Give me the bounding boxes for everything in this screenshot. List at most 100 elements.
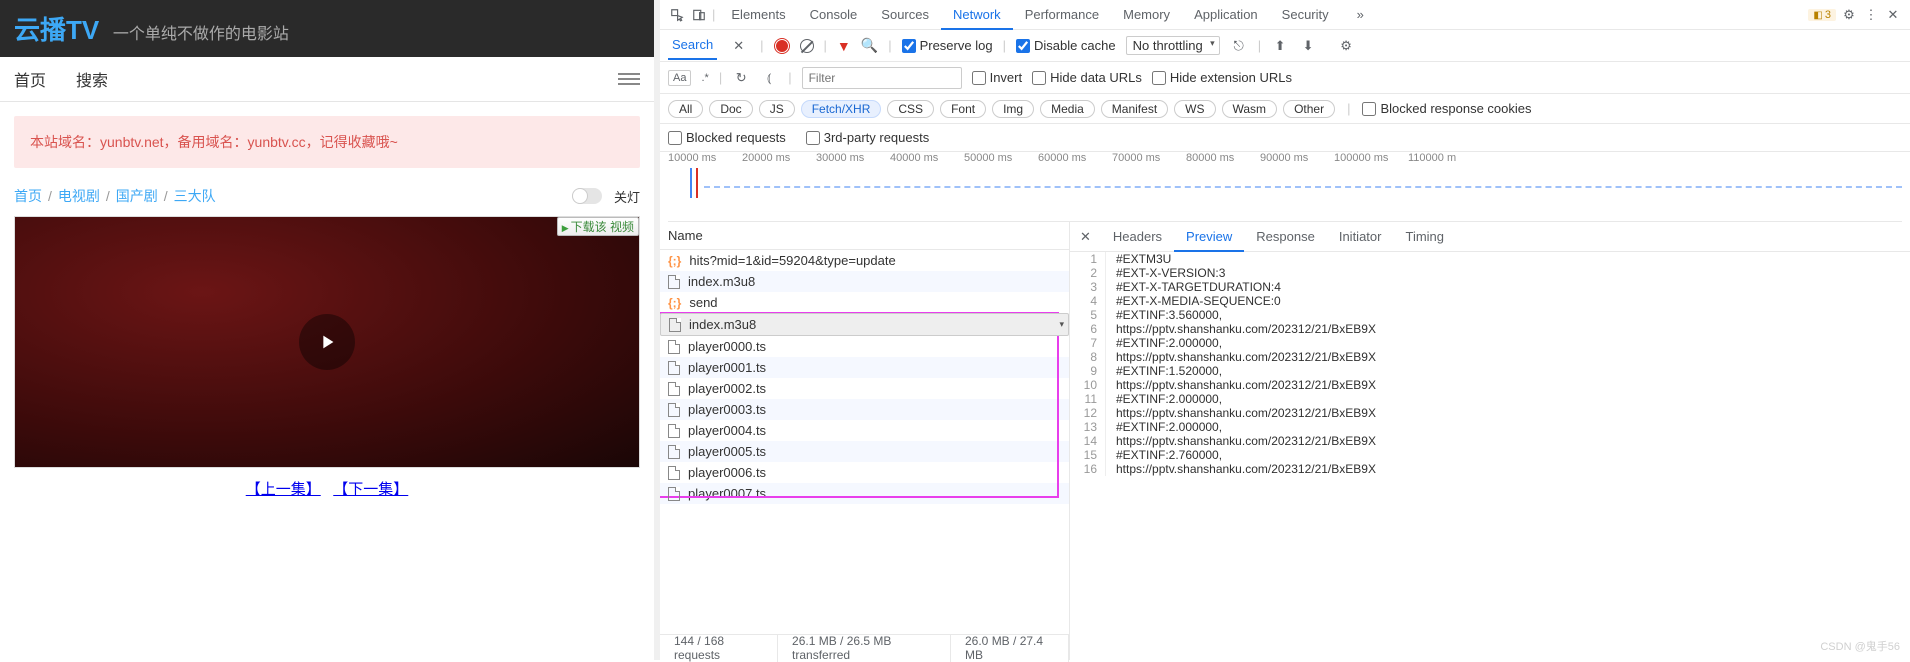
tab-memory[interactable]: Memory — [1111, 0, 1182, 30]
request-row[interactable]: index.m3u8 — [660, 313, 1069, 336]
tab-application[interactable]: Application — [1182, 0, 1270, 30]
request-row[interactable]: player0006.ts — [660, 462, 1069, 483]
clear-icon[interactable] — [800, 39, 814, 53]
request-row[interactable]: {;}hits?mid=1&id=59204&type=update — [660, 250, 1069, 271]
next-episode[interactable]: 【下一集】 — [333, 481, 408, 498]
detail-tab-response[interactable]: Response — [1244, 222, 1327, 252]
chip-font[interactable]: Font — [940, 100, 986, 118]
wifi-icon[interactable]: ⎋ — [1230, 38, 1248, 54]
chip-doc[interactable]: Doc — [709, 100, 752, 118]
reverse-icon[interactable]: ⦅ — [760, 70, 778, 86]
document-icon — [669, 318, 681, 332]
warning-badge[interactable]: 3 — [1808, 9, 1836, 21]
preview-body[interactable]: 1#EXTM3U2#EXT-X-VERSION:33#EXT-X-TARGETD… — [1070, 252, 1910, 660]
chip-manifest[interactable]: Manifest — [1101, 100, 1168, 118]
blocked-requests-checkbox[interactable]: Blocked requests — [668, 130, 786, 145]
request-row[interactable]: {;}send — [660, 292, 1069, 313]
lights-toggle[interactable] — [572, 188, 602, 204]
crumb-title[interactable]: 三大队 — [174, 186, 216, 206]
detail-tab-preview[interactable]: Preview — [1174, 222, 1244, 252]
site-logo[interactable]: 云播TV — [14, 10, 99, 47]
filter-icon[interactable]: ▼ — [837, 38, 851, 54]
chip-css[interactable]: CSS — [887, 100, 934, 118]
chip-all[interactable]: All — [668, 100, 703, 118]
chip-img[interactable]: Img — [992, 100, 1034, 118]
third-party-checkbox[interactable]: 3rd-party requests — [806, 130, 930, 145]
request-row[interactable]: player0002.ts — [660, 378, 1069, 399]
regex-icon[interactable]: .* — [701, 72, 708, 84]
search-tab[interactable]: Search — [668, 31, 717, 60]
request-list[interactable]: {;}hits?mid=1&id=59204&type=updateindex.… — [660, 250, 1069, 634]
inspect-icon[interactable] — [668, 8, 686, 22]
gear-icon[interactable]: ⚙ — [1840, 7, 1858, 23]
close-detail-icon[interactable]: ✕ — [1074, 229, 1097, 245]
hide-data-urls-checkbox[interactable]: Hide data URLs — [1032, 70, 1142, 85]
close-search-icon[interactable]: ✕ — [727, 38, 750, 54]
tab-elements[interactable]: Elements — [719, 0, 797, 30]
code-text: #EXTM3U — [1106, 252, 1171, 266]
download-icon[interactable]: ⬇ — [1299, 38, 1317, 54]
burger-icon[interactable] — [618, 70, 640, 88]
prev-episode[interactable]: 【上一集】 — [246, 481, 321, 498]
detail-tab-initiator[interactable]: Initiator — [1327, 222, 1394, 252]
upload-icon[interactable]: ⬆ — [1271, 38, 1289, 54]
tab-sources[interactable]: Sources — [869, 0, 941, 30]
crumb-tvshow[interactable]: 电视剧 — [58, 186, 100, 206]
request-name: send — [689, 295, 717, 310]
chip-other[interactable]: Other — [1283, 100, 1335, 118]
tabs-overflow[interactable]: » — [1345, 0, 1376, 30]
request-row[interactable]: player0000.ts — [660, 336, 1069, 357]
name-column-header[interactable]: Name — [660, 222, 1069, 250]
code-text: https://pptv.shanshanku.com/202312/21/Bx… — [1106, 322, 1376, 336]
line-number: 13 — [1070, 420, 1106, 434]
site-tagline: 一个单纯不做作的电影站 — [113, 26, 289, 43]
request-row[interactable]: player0007.ts — [660, 483, 1069, 504]
hide-ext-urls-checkbox[interactable]: Hide extension URLs — [1152, 70, 1292, 85]
code-text: #EXTINF:2.000000, — [1106, 336, 1222, 350]
detail-tab-headers[interactable]: Headers — [1101, 222, 1174, 252]
chip-ws[interactable]: WS — [1174, 100, 1215, 118]
request-row[interactable]: player0001.ts — [660, 357, 1069, 378]
tab-security[interactable]: Security — [1270, 0, 1341, 30]
match-case-icon[interactable]: Aa — [668, 70, 691, 86]
domain-alert: 本站域名：yunbtv.net，备用域名：yunbtv.cc，记得收藏哦~ — [14, 116, 640, 168]
close-devtools-icon[interactable]: ✕ — [1884, 7, 1902, 23]
filter-input[interactable] — [802, 67, 962, 89]
preserve-log-checkbox[interactable]: Preserve log — [902, 38, 993, 53]
crumb-home[interactable]: 首页 — [14, 186, 42, 206]
download-badge[interactable]: 下载该 视频 — [557, 217, 639, 236]
video-player[interactable]: 下载该 视频 — [15, 217, 639, 467]
tab-network[interactable]: Network — [941, 0, 1013, 30]
episode-nav: 【上一集】 【下一集】 — [0, 472, 654, 505]
play-button[interactable] — [299, 314, 355, 370]
record-button[interactable] — [774, 38, 790, 54]
request-name: player0004.ts — [688, 423, 766, 438]
tab-console[interactable]: Console — [798, 0, 870, 30]
request-row[interactable]: index.m3u8 — [660, 271, 1069, 292]
network-timeline[interactable]: 10000 ms20000 ms30000 ms40000 ms50000 ms… — [668, 152, 1902, 222]
device-icon[interactable] — [690, 8, 708, 22]
invert-checkbox[interactable]: Invert — [972, 70, 1023, 85]
disable-cache-checkbox[interactable]: Disable cache — [1016, 38, 1116, 53]
blocked-cookies-checkbox[interactable]: Blocked response cookies — [1362, 101, 1531, 116]
search-icon[interactable]: 🔍 — [861, 37, 878, 54]
crumb-domestic[interactable]: 国产剧 — [116, 186, 158, 206]
chip-media[interactable]: Media — [1040, 100, 1095, 118]
line-number: 4 — [1070, 294, 1106, 308]
detail-tab-timing[interactable]: Timing — [1393, 222, 1456, 252]
document-icon — [668, 340, 680, 354]
request-row[interactable]: player0005.ts — [660, 441, 1069, 462]
nav-home[interactable]: 首页 — [14, 67, 46, 91]
xhr-icon: {;} — [668, 254, 681, 268]
throttling-select[interactable]: No throttling — [1126, 36, 1220, 55]
chip-fetchxhr[interactable]: Fetch/XHR — [801, 100, 882, 118]
kebab-icon[interactable]: ⋮ — [1862, 7, 1880, 23]
request-row[interactable]: player0004.ts — [660, 420, 1069, 441]
reload-icon[interactable]: ↻ — [732, 70, 750, 86]
chip-wasm[interactable]: Wasm — [1222, 100, 1278, 118]
panel-gear-icon[interactable]: ⚙ — [1337, 38, 1355, 54]
chip-js[interactable]: JS — [759, 100, 795, 118]
nav-search[interactable]: 搜索 — [76, 67, 108, 91]
request-row[interactable]: player0003.ts — [660, 399, 1069, 420]
tab-performance[interactable]: Performance — [1013, 0, 1111, 30]
